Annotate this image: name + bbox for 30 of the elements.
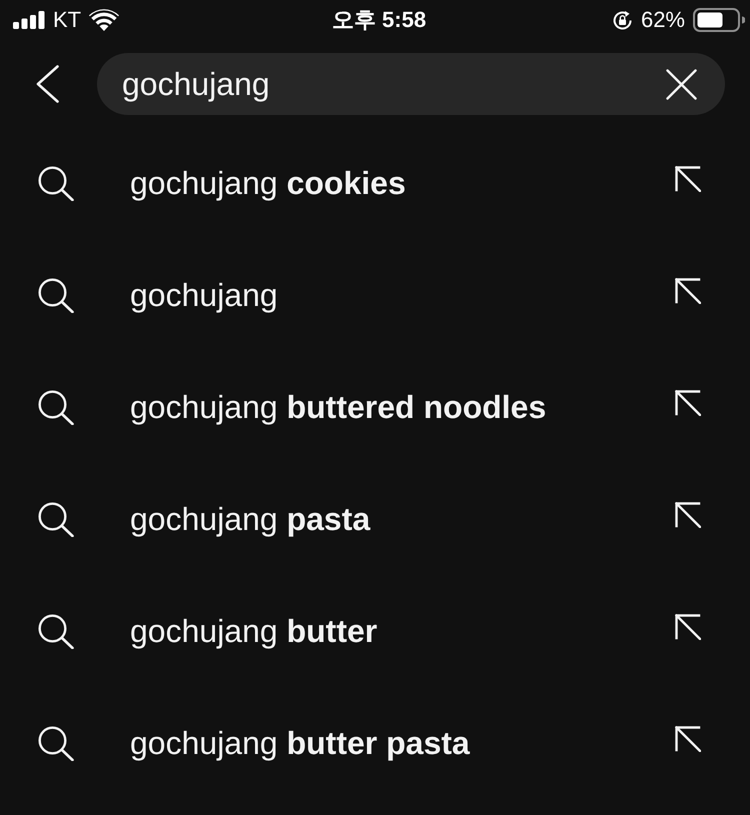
battery-icon	[693, 8, 745, 32]
search-field[interactable]: gochujang	[97, 53, 725, 115]
signal-icon	[13, 11, 45, 29]
suggestion-text[interactable]: gochujang buttered noodles	[130, 388, 675, 426]
suggestion-text[interactable]: gochujang pasta	[130, 500, 675, 538]
suggestion-text[interactable]: gochujang butter pasta	[130, 724, 675, 762]
search-icon	[38, 166, 74, 200]
search-icon	[38, 502, 74, 536]
back-icon	[36, 65, 59, 103]
suggestion-text[interactable]: gochujang butter	[130, 612, 675, 650]
clock-time: 오후 5:58	[332, 7, 426, 33]
arrow-up-left-icon[interactable]	[675, 614, 701, 640]
close-icon	[666, 68, 697, 100]
battery-percent: 62%	[640, 7, 685, 33]
suggestion-text[interactable]: gochujang	[130, 276, 675, 314]
wifi-icon	[89, 9, 120, 31]
search-icon	[38, 278, 74, 312]
search-icon	[38, 726, 74, 760]
rotation-lock-icon	[612, 10, 633, 30]
arrow-up-left-icon[interactable]	[675, 502, 701, 528]
back-button[interactable]	[36, 65, 59, 103]
clear-button[interactable]	[666, 68, 697, 100]
arrow-up-left-icon[interactable]	[675, 166, 701, 192]
carrier-label: KT	[53, 7, 82, 33]
search-icon	[38, 390, 74, 424]
arrow-up-left-icon[interactable]	[675, 278, 701, 304]
arrow-up-left-icon[interactable]	[675, 726, 701, 752]
arrow-up-left-icon[interactable]	[675, 390, 701, 416]
search-icon	[38, 614, 74, 648]
suggestion-text[interactable]: gochujang cookies	[130, 164, 675, 202]
